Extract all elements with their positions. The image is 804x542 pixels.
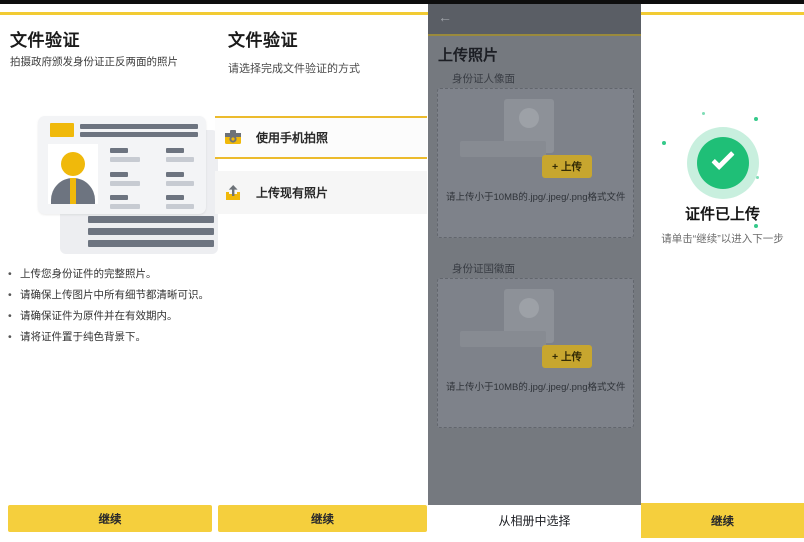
panel-upload-photos: ← 上传照片 身份证人像面 + 上传 请上传小于10MB的.jpg/.jpeg/… (428, 0, 641, 542)
panel-upload-success: 证件已上传 请单击“继续”以进入下一步 继续 (641, 0, 804, 542)
sparkle-dot (754, 117, 758, 121)
choose-from-album-button[interactable]: 从相册中选择 (428, 505, 641, 535)
upload-page-title: 上传照片 (438, 44, 498, 65)
panel-document-intro: 文件验证 拍摄政府颁发身份证正反两面的照片 (0, 0, 215, 542)
camera-icon (224, 130, 242, 146)
header-accent-line (428, 34, 641, 36)
upload-hint: 请上传小于10MB的.jpg/.jpeg/.png格式文件 (446, 379, 634, 393)
kyc-flow-screens: 文件验证 拍摄政府颁发身份证正反两面的照片 (0, 0, 804, 542)
option-upload-photo[interactable]: 上传现有照片 (215, 171, 427, 214)
card-photo-graphic (48, 144, 98, 204)
ghost-bar-graphic (460, 141, 546, 157)
ghost-bar-graphic (460, 331, 546, 347)
instruction-item: 请确保证件为原件并在有效期内。 (8, 310, 213, 322)
card-flag-graphic (50, 123, 74, 137)
top-black-bar (0, 0, 804, 4)
id-card-front-graphic (38, 116, 206, 214)
page-title: 文件验证 (228, 26, 298, 51)
page-title: 文件验证 (10, 26, 80, 51)
upload-button[interactable]: + 上传 (542, 345, 592, 368)
option-label: 上传现有照片 (256, 184, 328, 201)
continue-button[interactable]: 继续 (641, 503, 804, 538)
back-arrow-icon[interactable]: ← (438, 9, 452, 25)
success-title: 证件已上传 (641, 203, 804, 224)
success-check-icon (697, 137, 749, 189)
upload-dropzone-back[interactable]: + 上传 请上传小于10MB的.jpg/.jpeg/.png格式文件 (437, 278, 634, 428)
top-yellow-line (0, 12, 804, 15)
instruction-item: 请确保上传图片中所有细节都清晰可识。 (8, 289, 213, 301)
option-take-photo[interactable]: 使用手机拍照 (215, 116, 427, 159)
success-subtitle: 请单击“继续”以进入下一步 (641, 231, 804, 246)
upload-button[interactable]: + 上传 (542, 155, 592, 178)
instruction-item: 上传您身份证件的完整照片。 (8, 268, 213, 280)
upload-hint: 请上传小于10MB的.jpg/.jpeg/.png格式文件 (446, 189, 634, 203)
continue-button[interactable]: 继续 (8, 505, 212, 532)
instruction-item: 请将证件置于纯色背景下。 (8, 331, 213, 343)
id-card-illustration (28, 98, 214, 258)
upload-dropzone-front[interactable]: + 上传 请上传小于10MB的.jpg/.jpeg/.png格式文件 (437, 88, 634, 238)
continue-button[interactable]: 继续 (218, 505, 427, 532)
back-side-label: 身份证国徽面 (452, 261, 515, 276)
panel-verification-method: 文件验证 请选择完成文件验证的方式 使用手机拍照 上传现有照片 继续 (215, 0, 428, 542)
page-subtitle: 拍摄政府颁发身份证正反两面的照片 (10, 54, 178, 69)
instruction-list: 上传您身份证件的完整照片。 请确保上传图片中所有细节都清晰可识。 请确保证件为原… (8, 268, 213, 352)
option-label: 使用手机拍照 (256, 129, 328, 146)
page-subtitle: 请选择完成文件验证的方式 (228, 60, 360, 76)
front-side-label: 身份证人像面 (452, 71, 515, 86)
sparkle-dot (754, 224, 758, 228)
upload-icon (224, 185, 242, 201)
sparkle-dot (702, 112, 705, 115)
sparkle-dot (662, 141, 666, 145)
sparkle-dot (756, 176, 759, 179)
header-bar (428, 0, 641, 34)
